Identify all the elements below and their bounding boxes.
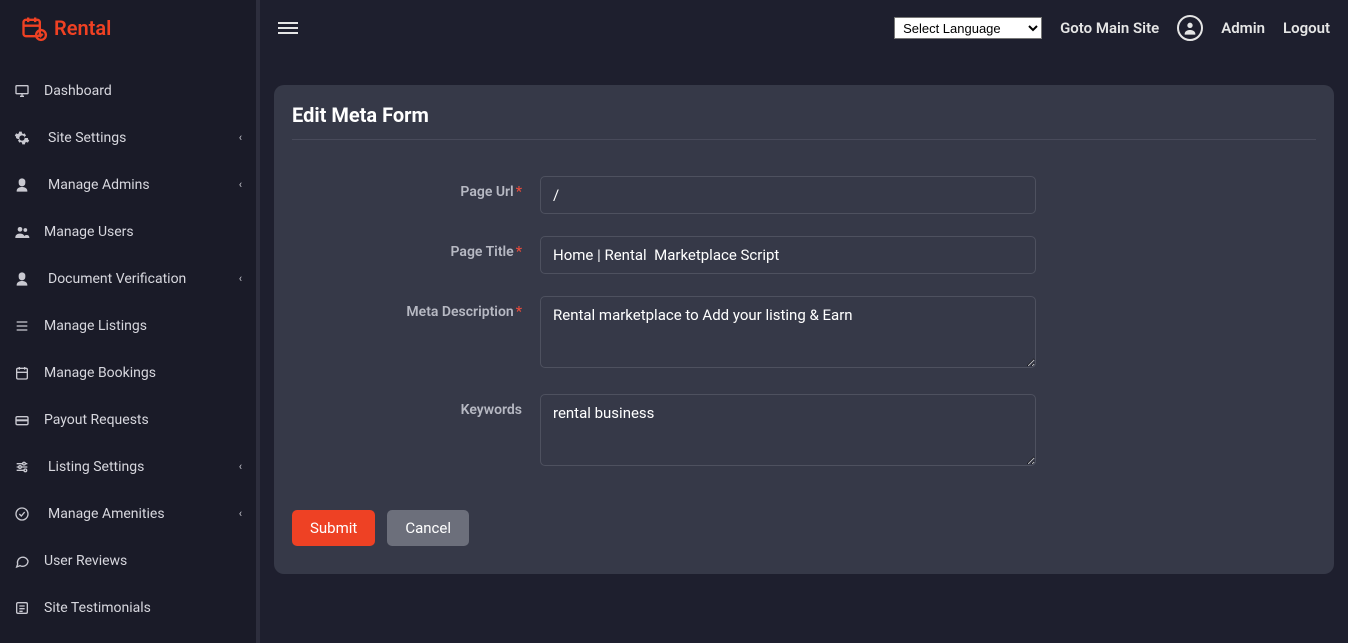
sidebar-item-label: Listing Settings <box>48 459 239 475</box>
sidebar-item-manage-admins[interactable]: Manage Admins‹ <box>0 161 256 208</box>
chevron-left-icon: ‹ <box>239 131 242 144</box>
submit-button[interactable]: Submit <box>292 510 375 546</box>
chevron-left-icon: ‹ <box>239 507 242 520</box>
comment-icon <box>14 553 30 569</box>
sidebar-item-label: Manage Admins <box>48 177 239 193</box>
calendar-check-icon <box>20 14 48 42</box>
id-card-icon <box>14 271 30 287</box>
sidebar-item-manage-listings[interactable]: Manage Listings <box>0 302 256 349</box>
language-select[interactable]: Select Language <box>894 17 1042 39</box>
sidebar-item-label: Document Verification <box>48 271 239 287</box>
sidebar-item-label: Manage Listings <box>44 318 242 334</box>
card-title: Edit Meta Form <box>292 103 1316 139</box>
sidebar-item-site-settings[interactable]: Site Settings‹ <box>0 114 256 161</box>
keywords-input[interactable]: rental business <box>540 394 1036 466</box>
sidebar-item-dashboard[interactable]: Dashboard <box>0 67 256 114</box>
sidebar-item-label: Payout Requests <box>44 412 242 428</box>
sidebar-item-manage-bookings[interactable]: Manage Bookings <box>0 349 256 396</box>
chevron-left-icon: ‹ <box>239 460 242 473</box>
logout-link[interactable]: Logout <box>1283 19 1330 37</box>
chevron-left-icon: ‹ <box>239 272 242 285</box>
users-icon <box>14 224 30 240</box>
divider <box>292 139 1316 140</box>
sidebar-item-manage-users[interactable]: Manage Users <box>0 208 256 255</box>
page-title-label: Page Title* <box>292 236 540 260</box>
sidebar-item-document-verification[interactable]: Document Verification‹ <box>0 255 256 302</box>
sidebar-item-payout-requests[interactable]: Payout Requests <box>0 396 256 443</box>
sidebar-item-user-reviews[interactable]: User Reviews <box>0 537 256 584</box>
topbar: Select Language Goto Main Site Admin Log… <box>260 0 1348 55</box>
sidebar-item-label: Manage Users <box>44 224 242 240</box>
page-url-input[interactable] <box>540 176 1036 214</box>
menu-toggle-icon[interactable] <box>278 18 298 38</box>
gear-icon <box>14 130 30 146</box>
sidebar-item-label: Site Testimonials <box>44 600 242 616</box>
sidebar-item-manage-amenities[interactable]: Manage Amenities‹ <box>0 490 256 537</box>
sliders-icon <box>14 459 30 475</box>
file-icon <box>14 600 30 616</box>
brand-logo[interactable]: Rental <box>0 0 256 55</box>
cancel-button[interactable]: Cancel <box>387 510 469 546</box>
sidebar-item-label: User Reviews <box>44 553 242 569</box>
calendar-icon <box>14 365 30 381</box>
sidebar-nav: DashboardSite Settings‹Manage Admins‹Man… <box>0 55 256 631</box>
check-icon <box>14 506 30 522</box>
avatar-icon[interactable] <box>1177 15 1203 41</box>
wallet-icon <box>14 412 30 428</box>
meta-description-label: Meta Description* <box>292 296 540 320</box>
desktop-icon <box>14 83 30 99</box>
user-secret-icon <box>14 177 30 193</box>
sidebar-item-site-testimonials[interactable]: Site Testimonials <box>0 584 256 631</box>
chevron-left-icon: ‹ <box>239 178 242 191</box>
meta-description-input[interactable]: Rental marketplace to Add your listing &… <box>540 296 1036 368</box>
admin-link[interactable]: Admin <box>1221 19 1265 37</box>
goto-main-site-link[interactable]: Goto Main Site <box>1060 19 1159 37</box>
brand-name: Rental <box>54 16 111 40</box>
sidebar: Rental DashboardSite Settings‹Manage Adm… <box>0 0 260 643</box>
list-icon <box>14 318 30 334</box>
sidebar-item-label: Manage Amenities <box>48 506 239 522</box>
edit-meta-form-card: Edit Meta Form Page Url* Page Title* <box>274 85 1334 574</box>
sidebar-item-label: Manage Bookings <box>44 365 242 381</box>
sidebar-item-label: Site Settings <box>48 130 239 146</box>
page-url-label: Page Url* <box>292 176 540 200</box>
sidebar-item-listing-settings[interactable]: Listing Settings‹ <box>0 443 256 490</box>
keywords-label: Keywords <box>292 394 540 418</box>
page-title-input[interactable] <box>540 236 1036 274</box>
sidebar-item-label: Dashboard <box>44 83 242 99</box>
